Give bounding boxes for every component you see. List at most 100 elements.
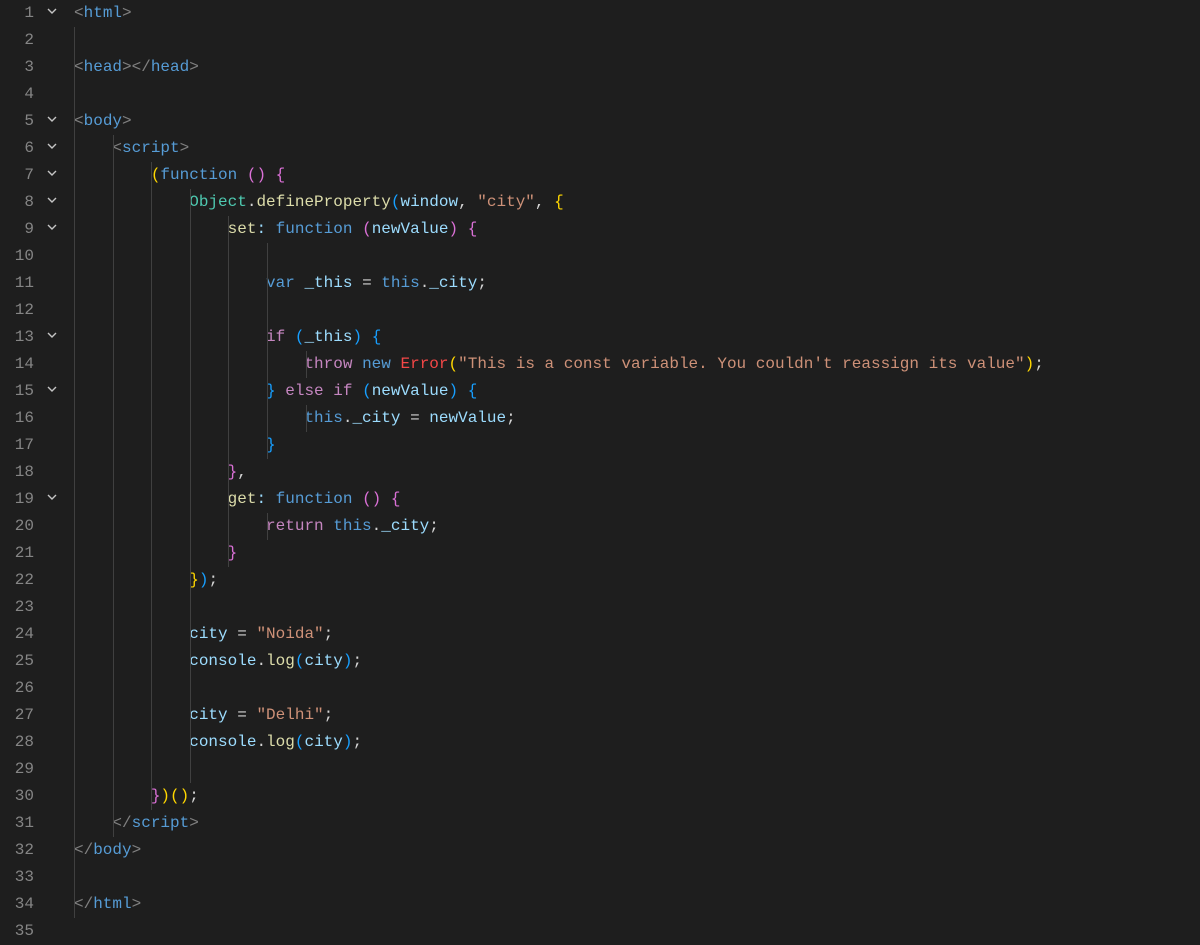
fold-toggle[interactable] [40,378,64,405]
code-line[interactable]: return this._city; [64,513,1200,540]
indent-guide [151,459,152,486]
code-line[interactable]: } [64,540,1200,567]
token-kw: function [276,490,353,508]
code-line[interactable]: get: function () { [64,486,1200,513]
fold-toggle[interactable] [40,324,64,351]
token-kw: this [333,517,371,535]
token-brace0: ) [1025,355,1035,373]
token-kw: var [266,274,295,292]
token-func: log [266,733,295,751]
code-line[interactable]: throw new Error("This is a const variabl… [64,351,1200,378]
fold-toggle[interactable] [40,189,64,216]
fold-toggle [40,837,64,864]
token-brace5: ) [449,382,459,400]
code-line[interactable]: if (_this) { [64,324,1200,351]
indent-guide [113,189,114,216]
token-brace4: { [391,490,401,508]
code-line[interactable]: }); [64,567,1200,594]
code-line[interactable] [64,81,1200,108]
indent-guide [113,513,114,540]
indent-guide [113,648,114,675]
line-number: 31 [0,810,34,837]
indent-guide [228,216,229,243]
fold-toggle[interactable] [40,486,64,513]
code-line[interactable] [64,297,1200,324]
code-line[interactable]: <head></head> [64,54,1200,81]
token-punct: < [74,4,84,22]
code-line[interactable] [64,243,1200,270]
code-line[interactable]: var _this = this._city; [64,270,1200,297]
code-line[interactable] [64,918,1200,945]
token-punct: > [180,139,190,157]
code-line[interactable] [64,864,1200,891]
code-line[interactable]: }, [64,459,1200,486]
token-func: log [266,652,295,670]
token-brace4: ( [362,220,372,238]
code-line[interactable] [64,756,1200,783]
code-line[interactable] [64,27,1200,54]
code-line[interactable]: city = "Delhi"; [64,702,1200,729]
indent-guide [190,567,191,594]
token-op: . [343,409,353,427]
fold-toggle[interactable] [40,0,64,27]
indent-guide [190,540,191,567]
fold-toggle[interactable] [40,135,64,162]
indent-guide [267,513,268,540]
indent-guide [113,621,114,648]
code-line[interactable]: set: function (newValue) { [64,216,1200,243]
indent-guide [190,729,191,756]
indent-guide [74,837,75,864]
token-op [295,274,305,292]
code-line[interactable]: } else if (newValue) { [64,378,1200,405]
indent-guide [113,135,114,162]
code-line[interactable]: </html> [64,891,1200,918]
token-punct: </ [74,841,93,859]
code-line[interactable] [64,594,1200,621]
code-line[interactable]: </body> [64,837,1200,864]
token-tag: html [84,4,122,22]
line-number: 20 [0,513,34,540]
indent-guide [151,621,152,648]
code-line[interactable]: (function () { [64,162,1200,189]
chevron-down-icon [46,135,58,162]
indent-guide [113,540,114,567]
code-line[interactable]: <html> [64,0,1200,27]
token-ident: console [189,652,256,670]
indent-guide [190,405,191,432]
code-line[interactable]: console.log(city); [64,648,1200,675]
token-op: ; [189,787,199,805]
code-line[interactable]: console.log(city); [64,729,1200,756]
line-number: 10 [0,243,34,270]
token-op: ; [477,274,487,292]
code-line[interactable]: <body> [64,108,1200,135]
fold-toggle[interactable] [40,162,64,189]
indent-guide [113,351,114,378]
token-op [324,517,334,535]
code-line[interactable]: this._city = newValue; [64,405,1200,432]
token-kw: this [381,274,419,292]
token-op: = [400,409,429,427]
line-number: 9 [0,216,34,243]
line-number: 27 [0,702,34,729]
token-ident: _this [304,328,352,346]
fold-toggle[interactable] [40,216,64,243]
code-line[interactable]: })(); [64,783,1200,810]
indent-guide [151,162,152,189]
code-line[interactable] [64,675,1200,702]
fold-toggle[interactable] [40,108,64,135]
fold-toggle [40,702,64,729]
line-number-gutter: 1234567891011121314151617181920212223242… [0,0,40,925]
indent-guide [113,783,114,810]
code-area[interactable]: <html><head></head><body> <script> (func… [64,0,1200,925]
code-line[interactable]: Object.defineProperty(window, "city", { [64,189,1200,216]
code-line[interactable]: </script> [64,810,1200,837]
code-editor[interactable]: 1234567891011121314151617181920212223242… [0,0,1200,925]
token-ident: : [256,220,266,238]
fold-gutter[interactable] [40,0,64,925]
code-line[interactable]: } [64,432,1200,459]
code-line[interactable]: city = "Noida"; [64,621,1200,648]
indent-guide [267,378,268,405]
token-op [74,814,112,832]
code-line[interactable]: <script> [64,135,1200,162]
indent-guide [267,324,268,351]
